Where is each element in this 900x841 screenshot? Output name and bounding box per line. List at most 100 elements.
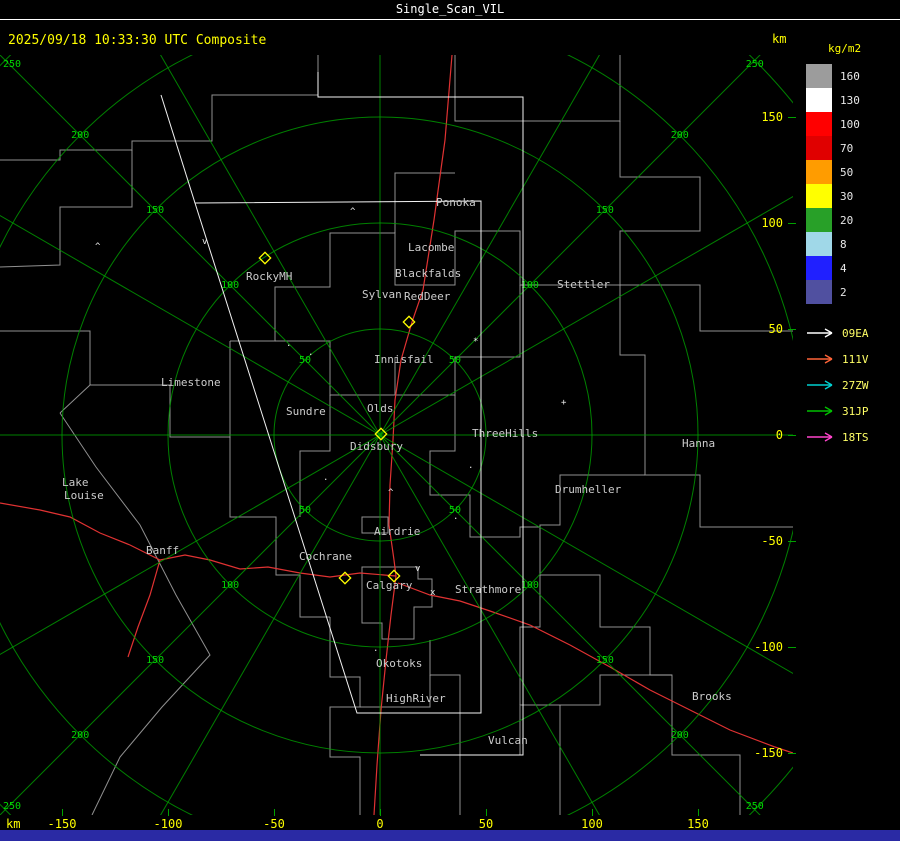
radar-legend-entry: 31JP [806, 398, 869, 424]
scale-entry: 50 [806, 160, 860, 184]
radar-arrow-icon [807, 354, 833, 364]
axis-tick-bottom [168, 809, 169, 816]
axis-label-right: 100 [761, 216, 783, 230]
axis-label-bottom: 50 [478, 817, 494, 831]
scale-entry: 8 [806, 232, 860, 256]
scale-value: 8 [840, 237, 847, 251]
axis-tick-right [788, 117, 796, 118]
radar-map-canvas[interactable]: 50 100 150 200 250 50 100 150 200 250 50 100 150 200 2… [0, 55, 793, 815]
range-ring-label: 50 [449, 505, 461, 516]
range-ring-label: 250 [3, 59, 21, 70]
radar-id-label: 111V [842, 352, 869, 366]
axis-label-bottom: 150 [687, 817, 709, 831]
scale-value: 70 [840, 141, 854, 155]
radar-app-window: Single_Scan_VIL 2025/09/18 10:33:30 UTC … [0, 0, 900, 841]
axis-label-bottom: 0 [376, 817, 384, 831]
scale-entry: 4 [806, 256, 860, 280]
axis-label-bottom: -50 [263, 817, 285, 831]
scale-swatch [806, 184, 832, 208]
scale-value: 2 [840, 285, 847, 299]
range-ring-label: 50 [299, 505, 311, 516]
axis-label-bottom: 100 [581, 817, 603, 831]
title-bar: Single_Scan_VIL [0, 0, 900, 20]
range-ring-label: 200 [671, 730, 689, 741]
range-ring-label: 50 [299, 355, 311, 366]
axis-tick-bottom [380, 809, 381, 816]
range-ring-label: 50 [449, 355, 461, 366]
axis-label-right: -100 [754, 640, 783, 654]
radar-id-label: 18TS [842, 430, 869, 444]
scale-value: 20 [840, 213, 854, 227]
radar-id-label: 09EA [842, 326, 869, 340]
axis-tick-right [788, 541, 796, 542]
axis-tick-bottom [62, 809, 63, 816]
radar-legend-entry: 09EA [806, 320, 869, 346]
axis-label-bottom: -100 [153, 817, 183, 831]
radar-arrow-icon [807, 328, 833, 338]
scale-swatch [806, 64, 832, 88]
range-ring-label: 200 [71, 730, 89, 741]
scale-value: 100 [840, 117, 860, 131]
scale-entry: 2 [806, 280, 860, 304]
range-ring-label: 250 [746, 59, 764, 70]
axis-tick-bottom [698, 809, 699, 816]
radar-map-graphics: 50 100 150 200 250 50 100 150 200 250 50 100 150 200 2… [0, 55, 793, 815]
range-ring-label: 150 [596, 655, 614, 666]
range-ring-label: 100 [521, 280, 539, 291]
scale-swatch [806, 280, 832, 304]
axis-tick-bottom [274, 809, 275, 816]
radar-legend-entry: 27ZW [806, 372, 869, 398]
radar-arrow-icon [807, 432, 833, 442]
radar-arrow-icon [807, 406, 833, 416]
range-ring-label: 100 [521, 580, 539, 591]
scale-value: 50 [840, 165, 854, 179]
radar-legend: 09EA 111V 27ZW 31JP 18TS [806, 320, 869, 450]
scale-swatch [806, 136, 832, 160]
scale-entry: 130 [806, 88, 860, 112]
scale-swatch [806, 208, 832, 232]
scale-entry: 160 [806, 64, 860, 88]
scale-entry: 100 [806, 112, 860, 136]
axis-tick-bottom [486, 809, 487, 816]
scale-swatch [806, 160, 832, 184]
range-ring-label: 150 [146, 655, 164, 666]
axis-tick-right [788, 329, 796, 330]
color-scale-unit: kg/m2 [828, 42, 862, 55]
radar-site-markers [258, 251, 416, 585]
window-title: Single_Scan_VIL [395, 2, 505, 16]
radar-id-label: 31JP [842, 404, 869, 418]
scale-value: 160 [840, 69, 860, 83]
radar-legend-entry: 111V [806, 346, 869, 372]
scale-entry: 70 [806, 136, 860, 160]
radar-legend-entry: 18TS [806, 424, 869, 450]
axis-tick-right [788, 647, 796, 648]
right-axis-unit: km [772, 32, 787, 46]
scale-swatch [806, 256, 832, 280]
scale-value: 4 [840, 261, 847, 275]
axis-tick-right [788, 223, 796, 224]
range-ring-label: 250 [746, 801, 764, 812]
range-ring-label: 150 [146, 205, 164, 216]
bottom-axis-unit: km [6, 817, 21, 831]
scan-timestamp: 2025/09/18 10:33:30 UTC Composite [8, 33, 267, 48]
scale-swatch [806, 112, 832, 136]
range-ring-label: 250 [3, 801, 21, 812]
axis-label-bottom: -150 [47, 817, 77, 831]
range-ring-label: 100 [221, 580, 239, 591]
color-scale: 160 130 100 70 50 30 20 8 4 2 [806, 64, 860, 304]
scale-value: 30 [840, 189, 854, 203]
range-ring-label: 200 [71, 130, 89, 141]
scale-entry: 30 [806, 184, 860, 208]
axis-tick-bottom [592, 809, 593, 816]
axis-label-right: 50 [768, 322, 783, 336]
range-ring-label: 200 [671, 130, 689, 141]
range-rings-grid: 50 100 150 200 250 50 100 150 200 250 50 100 150 200 2… [0, 55, 793, 815]
radar-id-label: 27ZW [842, 378, 869, 392]
bottom-status-bar [0, 830, 900, 841]
scale-swatch [806, 88, 832, 112]
radar-arrow-icon [807, 380, 833, 390]
axis-label-right: -150 [754, 746, 783, 760]
range-ring-label: 100 [221, 280, 239, 291]
axis-label-right: -50 [761, 534, 783, 548]
axis-label-right: 150 [761, 110, 783, 124]
